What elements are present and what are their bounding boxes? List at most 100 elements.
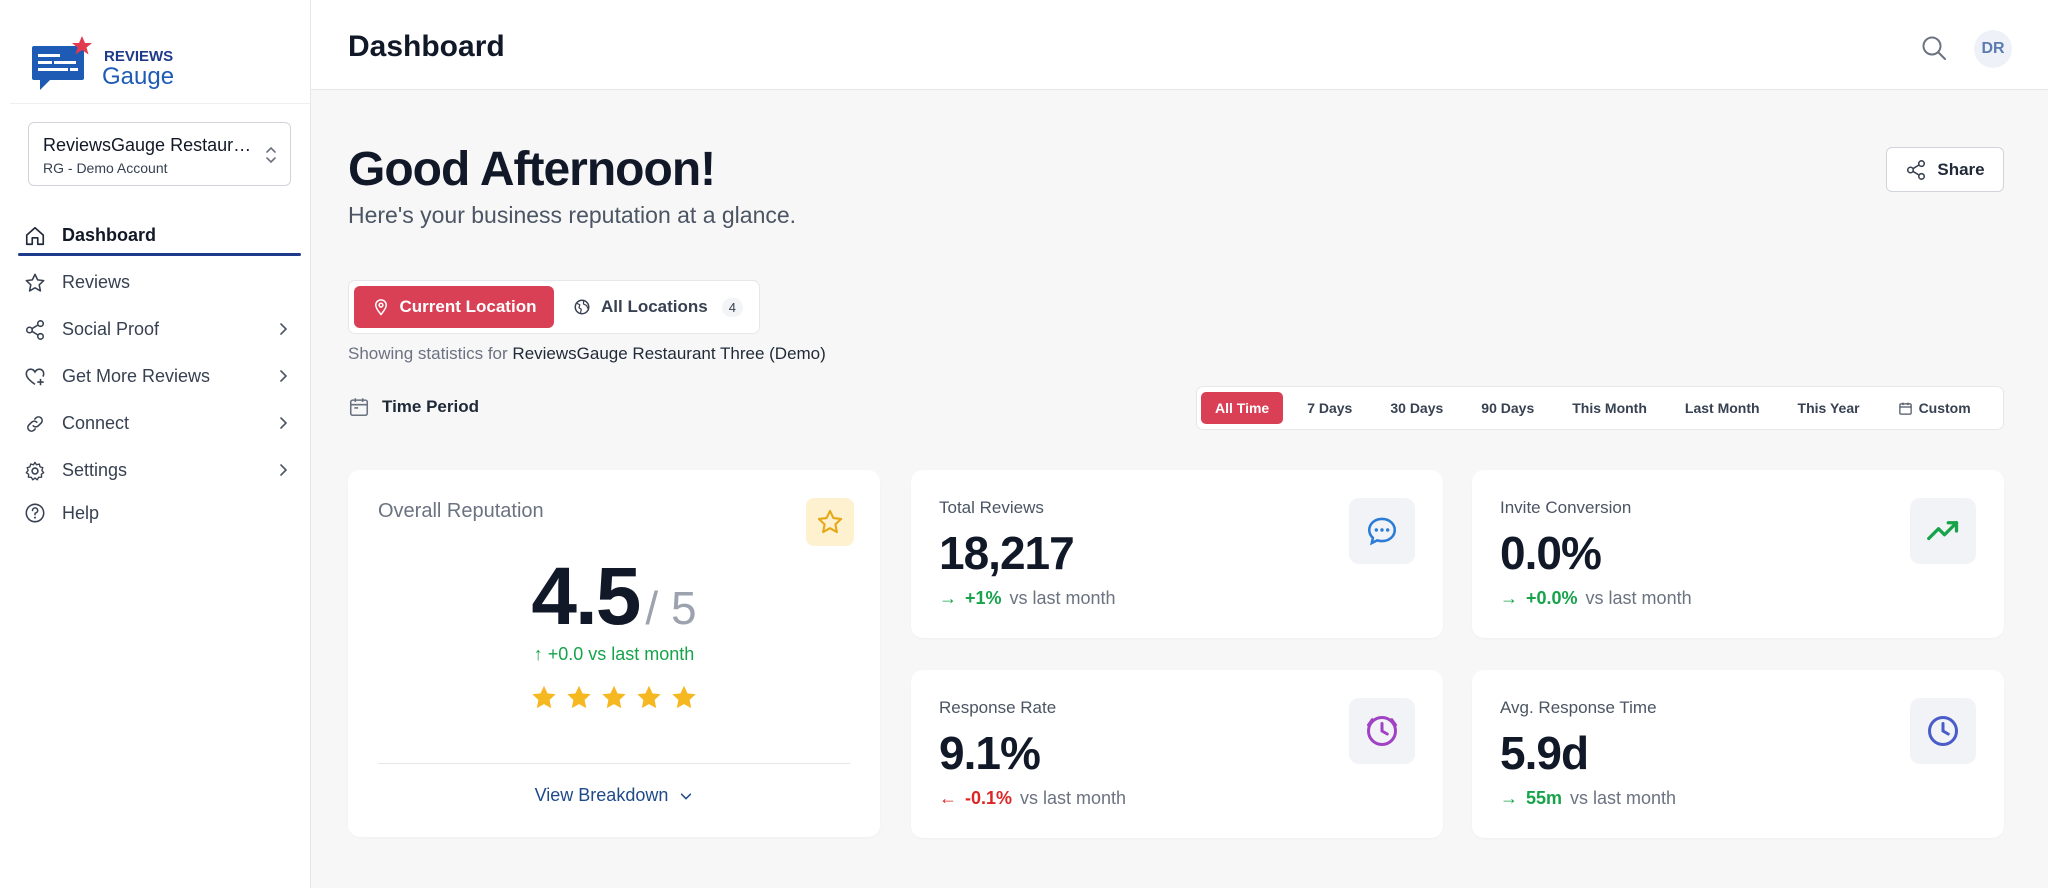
stat-value: 0.0% bbox=[1500, 527, 1602, 579]
time-period-selector: All Time 7 Days 30 Days 90 Days This Mon… bbox=[1196, 386, 2004, 430]
greeting-subtitle: Here's your business reputation at a gla… bbox=[348, 202, 797, 228]
locations-count-badge: 4 bbox=[721, 297, 743, 317]
location-selector[interactable]: ReviewsGauge Restaurant Three (Demo) RG … bbox=[28, 122, 291, 186]
help-circle-icon bbox=[25, 503, 45, 523]
clock-badge-icon bbox=[1349, 698, 1415, 764]
arrow-up-icon: ↑ bbox=[533, 644, 543, 664]
all-locations-label: All Locations bbox=[601, 297, 708, 316]
svg-text:Gauge: Gauge bbox=[102, 63, 174, 90]
period-last-month[interactable]: Last Month bbox=[1671, 392, 1774, 424]
sidebar: REVIEWS Gauge ReviewsGauge Restaurant Th… bbox=[0, 0, 311, 888]
nav-label: Social Proof bbox=[62, 319, 160, 339]
arrow-right-icon: → bbox=[1500, 788, 1518, 808]
nav-dashboard[interactable]: Dashboard bbox=[18, 212, 301, 259]
reputation-score: 4.5/ 5 bbox=[348, 550, 880, 644]
arrow-right-icon: → bbox=[1500, 588, 1518, 608]
filled-star-icon bbox=[637, 685, 661, 709]
current-location-button[interactable]: Current Location bbox=[354, 286, 554, 328]
total-reviews-card: Total Reviews 18,217 → +1% vs last month bbox=[911, 470, 1443, 638]
share-nodes-icon bbox=[25, 319, 45, 340]
breakdown-label: View Breakdown bbox=[534, 785, 669, 805]
nav-label: Settings bbox=[62, 460, 128, 480]
calendar-icon bbox=[1898, 402, 1912, 415]
nav-label: Dashboard bbox=[62, 225, 157, 245]
greeting-heading: Good Afternoon! bbox=[348, 143, 716, 196]
gear-icon bbox=[25, 461, 45, 480]
nav-get-more-reviews[interactable]: Get More Reviews bbox=[18, 353, 301, 400]
location-name: ReviewsGauge Restaurant Three (Demo) bbox=[43, 135, 253, 155]
star-icon bbox=[817, 509, 843, 534]
period-this-year[interactable]: This Year bbox=[1784, 392, 1874, 424]
calendar-icon bbox=[349, 398, 369, 417]
nav-reviews[interactable]: Reviews bbox=[18, 259, 301, 306]
overall-reputation-card: Overall Reputation 4.5/ 5 ↑ +0.0 vs last… bbox=[348, 470, 880, 837]
period-custom[interactable]: Custom bbox=[1884, 392, 1985, 424]
period-30-days[interactable]: 30 Days bbox=[1376, 392, 1457, 424]
nav-connect[interactable]: Connect bbox=[18, 400, 301, 447]
stat-trend: ← -0.1% vs last month bbox=[939, 788, 1126, 809]
stat-label: Total Reviews bbox=[939, 498, 1044, 517]
user-avatar[interactable]: DR bbox=[1974, 30, 2012, 68]
star-icon bbox=[25, 273, 45, 292]
period-90-days[interactable]: 90 Days bbox=[1467, 392, 1548, 424]
chat-bubble-icon bbox=[1349, 498, 1415, 564]
clock-icon bbox=[1910, 698, 1976, 764]
nav-help[interactable]: Help bbox=[18, 494, 301, 532]
filled-star-icon bbox=[602, 685, 626, 709]
trending-up-icon bbox=[1910, 498, 1976, 564]
share-icon bbox=[1907, 159, 1926, 180]
time-period-text: Time Period bbox=[382, 397, 479, 416]
chevron-right-icon bbox=[280, 464, 288, 476]
stat-delta-suffix: vs last month bbox=[1585, 588, 1692, 608]
page-title: Dashboard bbox=[348, 30, 505, 63]
score-max: / 5 bbox=[645, 582, 697, 634]
current-location-label: Current Location bbox=[399, 297, 537, 316]
stat-delta: -0.1% bbox=[965, 788, 1013, 808]
search-icon[interactable] bbox=[1920, 34, 1948, 62]
filled-star-icon bbox=[567, 685, 591, 709]
time-period-label: Time Period bbox=[348, 396, 479, 418]
view-breakdown-button[interactable]: View Breakdown bbox=[348, 785, 880, 806]
nav-label: Get More Reviews bbox=[62, 366, 211, 386]
stat-label: Avg. Response Time bbox=[1500, 698, 1657, 717]
stat-delta: +0.0% bbox=[1526, 588, 1578, 608]
stat-trend: → +0.0% vs last month bbox=[1500, 588, 1692, 609]
chevron-right-icon bbox=[280, 323, 288, 335]
response-rate-card: Response Rate 9.1% ← -0.1% vs last month bbox=[911, 670, 1443, 838]
invite-conversion-card: Invite Conversion 0.0% → +0.0% vs last m… bbox=[1472, 470, 2004, 638]
account-name: RG - Demo Account bbox=[43, 160, 168, 176]
stat-delta-suffix: vs last month bbox=[1009, 588, 1116, 608]
statistics-prefix: Showing statistics for bbox=[348, 344, 508, 363]
nav-label: Help bbox=[62, 502, 100, 523]
nav-social-proof[interactable]: Social Proof bbox=[18, 306, 301, 353]
location-toggle: Current Location All Locations 4 bbox=[348, 280, 760, 334]
nav-settings[interactable]: Settings bbox=[18, 447, 301, 494]
stat-value: 18,217 bbox=[939, 527, 1075, 579]
divider bbox=[378, 763, 850, 764]
stat-value: 9.1% bbox=[939, 727, 1041, 779]
stat-delta: +1% bbox=[965, 588, 1002, 608]
arrow-left-icon: ← bbox=[939, 788, 957, 808]
chevron-right-icon bbox=[280, 370, 288, 382]
home-icon bbox=[25, 226, 45, 245]
globe-icon bbox=[574, 299, 590, 315]
filled-star-icon bbox=[532, 685, 556, 709]
card-title: Overall Reputation bbox=[378, 500, 544, 522]
star-badge bbox=[806, 498, 854, 546]
stat-delta: 55m bbox=[1526, 788, 1563, 808]
period-all-time[interactable]: All Time bbox=[1201, 392, 1284, 424]
stat-label: Response Rate bbox=[939, 698, 1057, 717]
arrow-right-icon: → bbox=[939, 588, 957, 608]
top-bar: Dashboard DR bbox=[311, 0, 2048, 90]
nav-label: Connect bbox=[62, 413, 130, 433]
map-pin-icon bbox=[374, 299, 387, 316]
period-this-month[interactable]: This Month bbox=[1558, 392, 1661, 424]
reviewsgauge-logo[interactable]: REVIEWS Gauge bbox=[30, 34, 180, 94]
main-nav: Dashboard Reviews Social Proof Get More … bbox=[18, 212, 301, 532]
all-locations-button[interactable]: All Locations 4 bbox=[569, 286, 749, 328]
chevron-right-icon bbox=[280, 417, 288, 429]
period-7-days[interactable]: 7 Days bbox=[1293, 392, 1366, 424]
link-icon bbox=[27, 415, 43, 432]
stat-trend: → +1% vs last month bbox=[939, 588, 1116, 609]
share-button[interactable]: Share bbox=[1886, 147, 2004, 192]
